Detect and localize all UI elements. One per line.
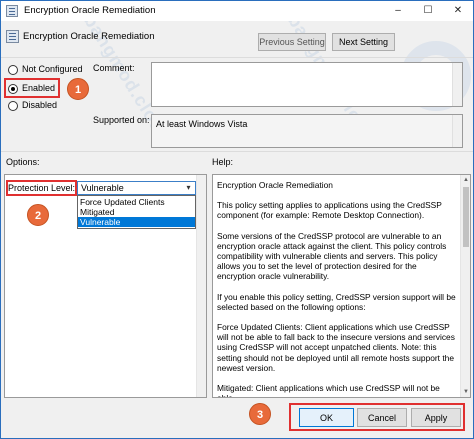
help-paragraph: Encryption Oracle Remediation <box>217 180 333 190</box>
select-value: Vulnerable <box>81 183 124 193</box>
help-paragraph: If you enable this policy setting, CredS… <box>217 291 456 312</box>
protection-level-select[interactable]: Vulnerable ▾ <box>77 181 196 195</box>
scroll-down-icon[interactable]: ▼ <box>461 387 470 397</box>
supported-scrollbar[interactable] <box>452 115 462 147</box>
chevron-down-icon[interactable]: ▾ <box>183 182 194 194</box>
help-paragraph: Force Updated Clients: Client applicatio… <box>217 322 455 373</box>
policy-icon <box>6 30 19 43</box>
group-policy-window: bangmod.cloud bangmod.cloud Encryption O… <box>0 0 474 439</box>
ok-button[interactable]: OK <box>299 408 354 427</box>
cancel-button[interactable]: Cancel <box>357 408 407 427</box>
help-scrollbar[interactable]: ▲ ▼ <box>460 175 470 397</box>
help-paragraph: Some versions of the CredSSP protocol ar… <box>217 230 447 282</box>
step-badge-3: 3 <box>249 403 271 425</box>
help-label: Help: <box>212 157 234 167</box>
divider <box>1 151 473 152</box>
policy-header: Encryption Oracle Remediation Previous S… <box>1 22 473 58</box>
divider <box>1 57 473 58</box>
supported-on-value: At least Windows Vista <box>156 119 248 129</box>
dropdown-option-mitigated[interactable]: Mitigated <box>78 207 195 217</box>
comment-scrollbar[interactable] <box>452 63 462 106</box>
close-button[interactable]: ✕ <box>443 1 473 21</box>
window-title: Encryption Oracle Remediation <box>24 5 156 16</box>
previous-setting-button[interactable]: Previous Setting <box>258 33 326 51</box>
next-setting-button[interactable]: Next Setting <box>332 33 395 51</box>
help-paragraph: This policy setting applies to applicati… <box>217 200 442 221</box>
options-scrollbar[interactable] <box>196 175 206 397</box>
scroll-up-icon[interactable]: ▲ <box>461 175 470 185</box>
radio-label: Disabled <box>22 100 58 110</box>
comment-textarea[interactable] <box>151 62 463 107</box>
policy-icon <box>6 5 18 17</box>
apply-button[interactable]: Apply <box>411 408 461 427</box>
protection-level-dropdown: Force Updated Clients Mitigated Vulnerab… <box>77 195 196 229</box>
policy-title: Encryption Oracle Remediation <box>23 31 155 42</box>
protection-level-highlight-box <box>6 180 77 196</box>
maximize-button[interactable]: ☐ <box>413 1 443 21</box>
help-pane: Encryption Oracle Remediation This polic… <box>212 174 471 398</box>
step-badge-2: 2 <box>27 204 49 226</box>
dropdown-option-force-updated-clients[interactable]: Force Updated Clients <box>78 197 195 207</box>
enabled-highlight-box <box>4 78 60 98</box>
step-badge-1: 1 <box>67 78 89 100</box>
help-text: Encryption Oracle Remediation This polic… <box>217 180 457 397</box>
title-bar[interactable]: Encryption Oracle Remediation – ☐ ✕ <box>1 1 473 21</box>
options-label: Options: <box>6 157 40 167</box>
radio-circle[interactable] <box>8 101 18 111</box>
radio-circle[interactable] <box>8 65 18 75</box>
radio-label: Not Configured <box>22 64 83 74</box>
scrollbar-thumb[interactable] <box>463 187 469 247</box>
supported-on-label: Supported on: <box>93 115 150 125</box>
help-paragraph: Mitigated: Client applications which use… <box>217 383 440 397</box>
dropdown-option-vulnerable[interactable]: Vulnerable <box>78 217 195 227</box>
minimize-button[interactable]: – <box>383 1 413 21</box>
supported-on-box: At least Windows Vista <box>151 114 463 148</box>
comment-label: Comment: <box>93 63 135 73</box>
